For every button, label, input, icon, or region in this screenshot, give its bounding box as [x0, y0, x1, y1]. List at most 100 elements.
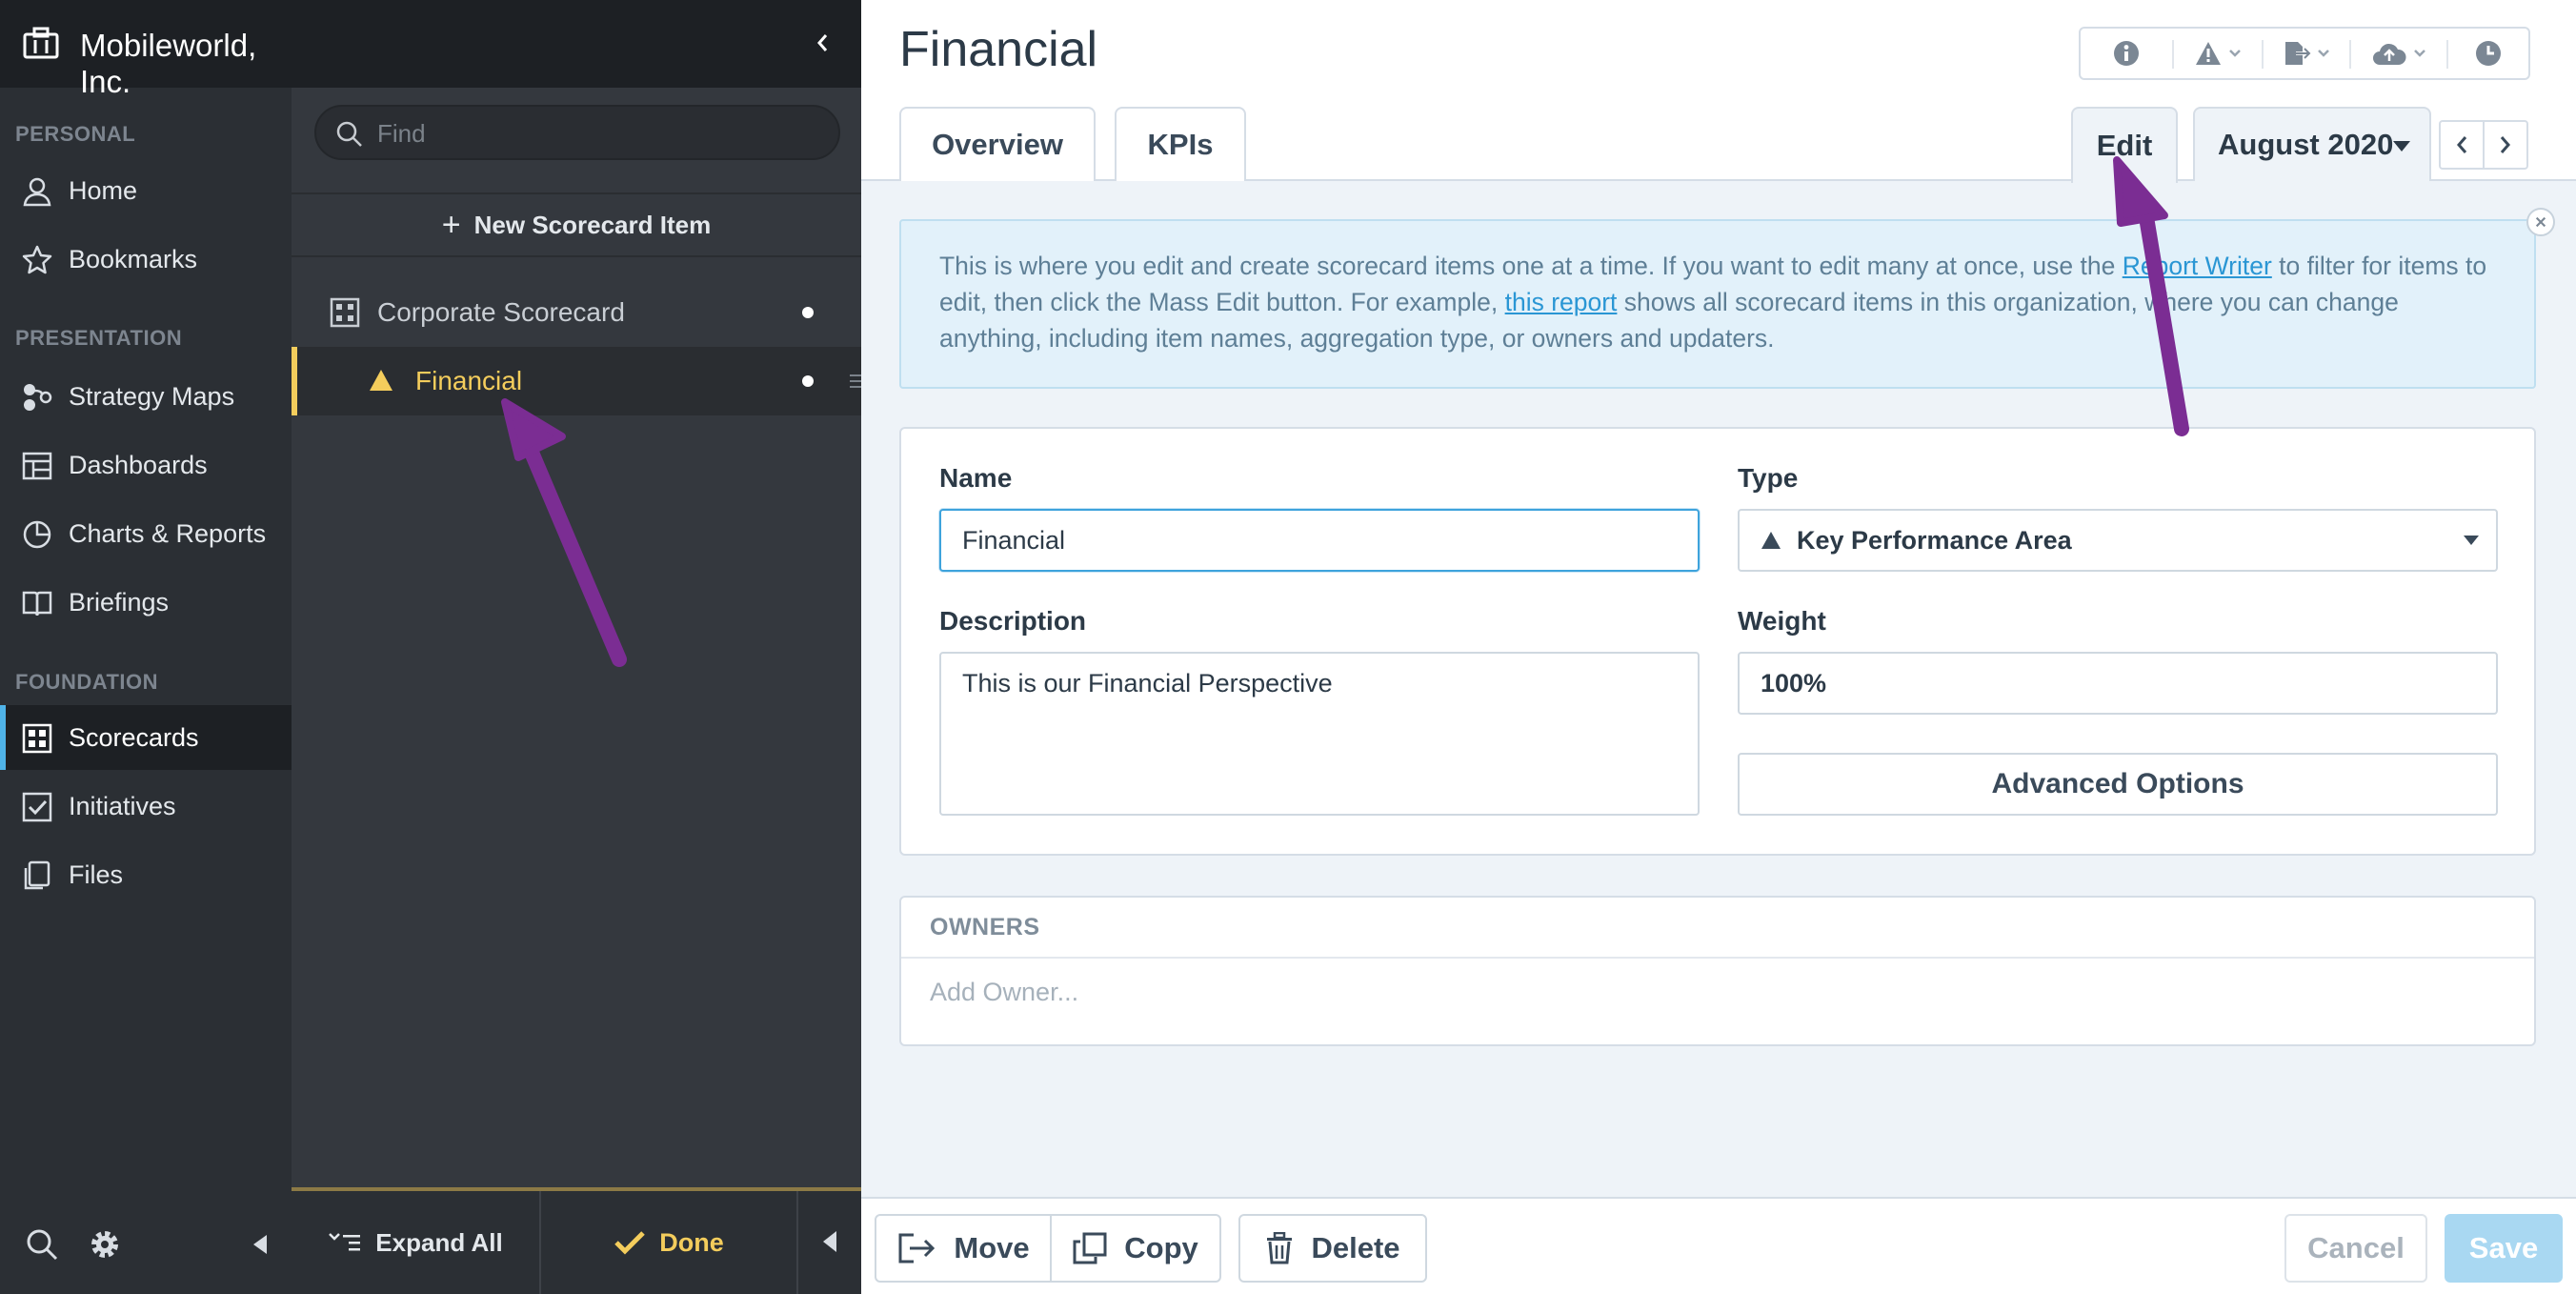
- alert-button[interactable]: [2174, 29, 2262, 78]
- tree-row-label: Financial: [415, 366, 523, 395]
- scorecard-tree-panel: + New Scorecard Item Corporate Scorecard…: [292, 88, 861, 1294]
- search-icon[interactable]: [25, 1227, 59, 1262]
- advanced-options-button[interactable]: Advanced Options: [1738, 753, 2498, 816]
- weight-label: Weight: [1738, 606, 1826, 636]
- cancel-button[interactable]: Cancel: [2284, 1214, 2427, 1283]
- save-button[interactable]: Save: [2445, 1214, 2563, 1283]
- type-value: Key Performance Area: [1797, 525, 2072, 555]
- pie-chart-icon: [23, 520, 51, 549]
- nav-label: Files: [69, 859, 124, 889]
- collapse-sidebar-icon[interactable]: [815, 32, 829, 53]
- nav-label: Charts & Reports: [69, 518, 267, 548]
- collapse-nav-icon[interactable]: [244, 1227, 278, 1262]
- chevron-down-icon: [2229, 50, 2241, 57]
- description-label: Description: [939, 606, 1087, 636]
- new-scorecard-item-label: New Scorecard Item: [473, 210, 712, 239]
- nav-item-initiatives[interactable]: Initiatives: [0, 774, 292, 839]
- nav-item-files[interactable]: Files: [0, 842, 292, 907]
- nav-item-bookmarks[interactable]: Bookmarks: [0, 227, 292, 292]
- org-name: Mobileworld, Inc.: [80, 28, 257, 99]
- chevron-left-icon: [2457, 136, 2467, 153]
- scorecard-icon: [22, 723, 52, 754]
- info-button[interactable]: [2081, 29, 2172, 78]
- done-label: Done: [659, 1227, 724, 1257]
- section-presentation: PRESENTATION: [15, 326, 183, 350]
- tab-edit[interactable]: Edit: [2071, 107, 2178, 183]
- page-title: Financial: [899, 22, 1098, 77]
- warning-triangle-icon: [370, 370, 392, 391]
- gear-icon[interactable]: [88, 1227, 122, 1262]
- chevron-down-icon: [2318, 50, 2329, 57]
- org-header-extension: [292, 0, 861, 88]
- strategy-map-icon: [24, 384, 52, 411]
- nav-label: Strategy Maps: [69, 381, 235, 411]
- nav-item-home[interactable]: Home: [0, 158, 292, 223]
- section-personal: PERSONAL: [15, 122, 136, 146]
- caret-left-icon: [823, 1231, 836, 1252]
- owners-heading: OWNERS: [901, 898, 2534, 959]
- period-label: August 2020: [2218, 128, 2394, 161]
- nav-label: Dashboards: [69, 450, 208, 479]
- next-period-button[interactable]: [2483, 120, 2528, 170]
- nav-item-scorecards[interactable]: Scorecards: [0, 705, 292, 770]
- caret-down-icon: [2464, 536, 2479, 545]
- weight-field[interactable]: 100%: [1738, 652, 2498, 715]
- nav-item-dashboards[interactable]: Dashboards: [0, 433, 292, 497]
- type-select[interactable]: Key Performance Area: [1738, 509, 2498, 572]
- nav-label: Home: [69, 175, 138, 205]
- copy-button[interactable]: Copy: [1050, 1214, 1221, 1283]
- description-field[interactable]: This is our Financial Perspective: [939, 652, 1700, 816]
- status-dot: [802, 307, 814, 318]
- tab-kpis[interactable]: KPIs: [1115, 107, 1246, 181]
- nav-item-briefings[interactable]: Briefings: [0, 570, 292, 635]
- building-icon: [23, 27, 59, 59]
- cloud-upload-button[interactable]: [2351, 29, 2446, 78]
- tree-search[interactable]: [314, 105, 840, 160]
- nav-label: Scorecards: [69, 722, 199, 752]
- person-icon: [23, 177, 51, 207]
- delete-label: Delete: [1311, 1231, 1400, 1264]
- section-foundation: FOUNDATION: [15, 670, 159, 694]
- collapse-tree-button[interactable]: [798, 1191, 861, 1294]
- tab-overview[interactable]: Overview: [899, 107, 1096, 181]
- this-report-link[interactable]: this report: [1505, 288, 1618, 316]
- alert-triangle-icon: [2196, 42, 2221, 65]
- info-banner: This is where you edit and create scorec…: [899, 219, 2536, 389]
- report-writer-link[interactable]: Report Writer: [2123, 252, 2272, 280]
- checkbox-icon: [22, 792, 52, 822]
- tree-row-financial[interactable]: Financial: [292, 347, 861, 415]
- tree-search-input[interactable]: [377, 116, 815, 151]
- star-icon: [22, 245, 52, 274]
- history-button[interactable]: [2448, 29, 2528, 78]
- caret-down-icon: [2393, 141, 2410, 152]
- expand-all-button[interactable]: Expand All: [292, 1191, 541, 1294]
- done-button[interactable]: Done: [541, 1191, 798, 1294]
- trash-icon: [1267, 1232, 1293, 1264]
- move-button[interactable]: Move: [875, 1214, 1052, 1283]
- nav-item-charts-reports[interactable]: Charts & Reports: [0, 501, 292, 566]
- nav-label: Bookmarks: [69, 244, 198, 273]
- period-selector[interactable]: August 2020: [2193, 107, 2431, 181]
- action-bar: Move Copy Delete Cancel Save: [861, 1197, 2576, 1294]
- checkmark-icon: [614, 1231, 646, 1255]
- drag-handle-icon[interactable]: [848, 372, 861, 391]
- info-text-1: This is where you edit and create scorec…: [939, 252, 2123, 280]
- org-header[interactable]: Mobileworld, Inc.: [0, 0, 292, 99]
- tree-row-label: Corporate Scorecard: [377, 297, 625, 327]
- dashboard-icon: [22, 452, 52, 480]
- name-field[interactable]: Financial: [939, 509, 1700, 572]
- add-owner-link[interactable]: Add Owner...: [930, 978, 1078, 1007]
- files-icon: [24, 860, 50, 890]
- export-icon: [2285, 42, 2311, 65]
- new-scorecard-item-button[interactable]: + New Scorecard Item: [292, 192, 861, 257]
- nav-label: Initiatives: [69, 791, 176, 820]
- close-icon[interactable]: [2526, 208, 2555, 236]
- owners-card: OWNERS Add Owner...: [899, 896, 2536, 1046]
- scorecard-icon: [330, 297, 360, 328]
- main-navigation: Mobileworld, Inc. PERSONAL Home Bookmark…: [0, 0, 292, 1294]
- delete-button[interactable]: Delete: [1238, 1214, 1427, 1283]
- export-button[interactable]: [2264, 29, 2349, 78]
- previous-period-button[interactable]: [2439, 120, 2485, 170]
- nav-item-strategy-maps[interactable]: Strategy Maps: [0, 364, 292, 429]
- tree-row-corporate-scorecard[interactable]: Corporate Scorecard: [292, 278, 861, 347]
